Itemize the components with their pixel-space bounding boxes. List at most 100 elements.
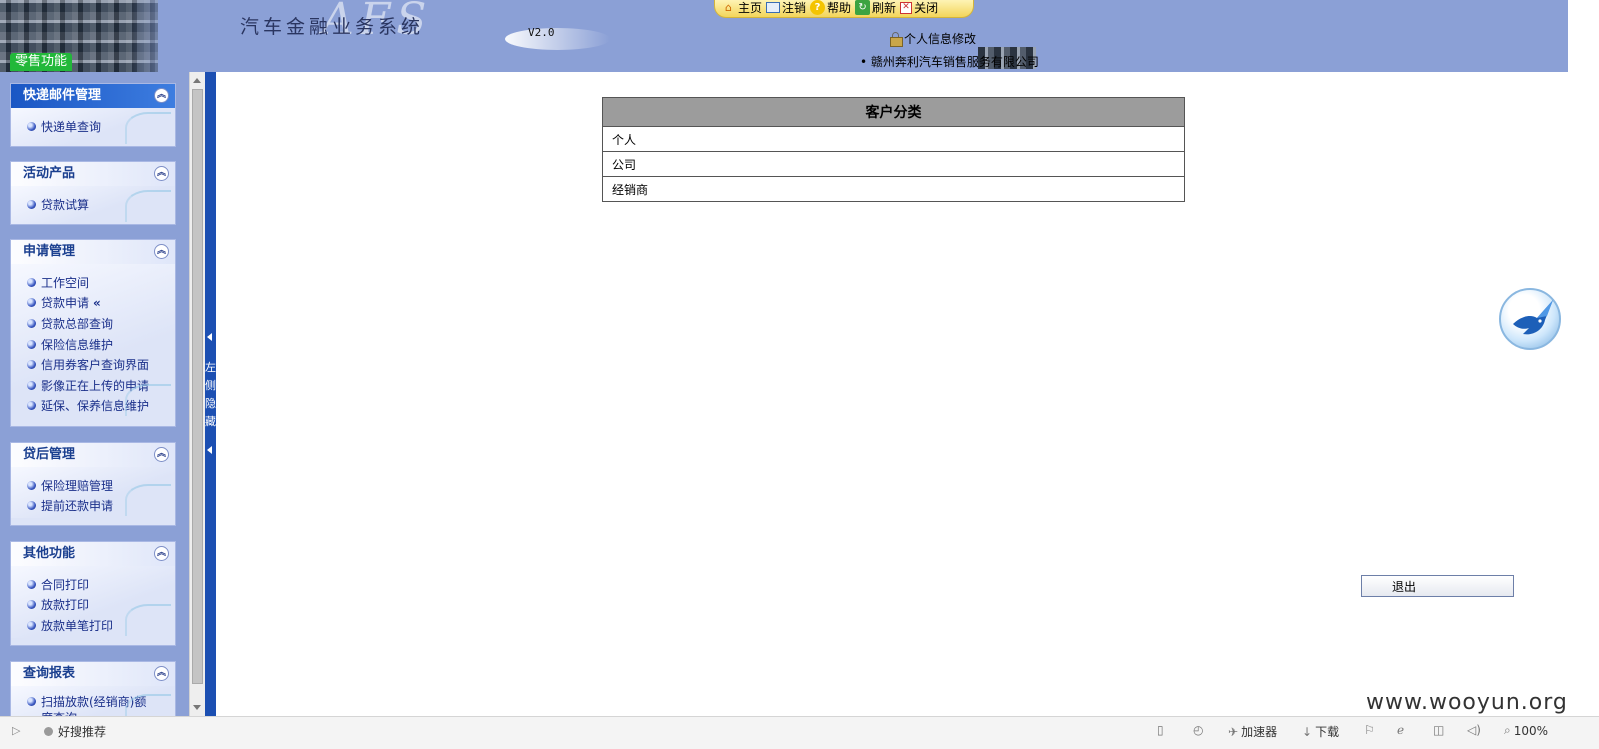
page-icon[interactable]: ▯ — [1157, 723, 1164, 737]
sound-icon[interactable]: ◁) — [1467, 723, 1481, 737]
panel-body: 贷款试算 — [11, 186, 175, 224]
bullet-icon — [27, 277, 36, 287]
main-content: 客户分类 个人 公司 经销商 退出 — [216, 72, 1568, 716]
menu-item-label: 扫描放款(经销商)额度查询 — [41, 695, 147, 716]
panel-header[interactable]: 其他功能 ︽ — [11, 542, 175, 566]
category-company[interactable]: 公司 — [602, 151, 1185, 177]
top-toolbar: ⌂ 主页 注销 ? 帮助 ↻ 刷新 ✕ 关闭 — [714, 0, 974, 18]
bullet-icon — [27, 339, 36, 349]
panel-promo-products: 活动产品 ︽ 贷款试算 — [10, 161, 176, 225]
download-button[interactable]: ↓ 下载 — [1302, 723, 1339, 740]
menu-item-label: 放款打印 — [41, 598, 90, 613]
table-row[interactable]: 个人 — [602, 126, 1185, 152]
menu-item-label: 贷款试算 — [41, 197, 90, 212]
menu-item-warranty-maintain[interactable]: 延保、保养信息维护 — [27, 396, 175, 417]
scrollbar-thumb[interactable] — [192, 89, 203, 684]
category-dealer[interactable]: 经销商 — [602, 176, 1185, 202]
app-window: 零售功能 AFS 汽车金融业务系统 V2.0 ⌂ 主页 注销 ? 帮助 ↻ 刷新 — [0, 0, 1599, 749]
toolbar-logout-button[interactable]: 注销 — [766, 0, 806, 16]
menu-item-uploading-applications[interactable]: 影像正在上传的申请 — [27, 375, 175, 396]
menu-item-label: 保险理赔管理 — [41, 478, 114, 493]
customer-category-table: 客户分类 个人 公司 经销商 — [602, 97, 1185, 202]
menu-item-label: 贷款总部查询 — [41, 316, 114, 331]
toolbar-help-label: 帮助 — [827, 1, 852, 15]
menu-item-label: 保险信息维护 — [41, 337, 114, 352]
speed-icon[interactable]: ◴ — [1193, 723, 1203, 737]
system-title: 汽车金融业务系统 — [240, 16, 425, 38]
zoom-label: 100% — [1513, 723, 1549, 738]
collapse-icon[interactable]: ︽ — [154, 666, 169, 681]
menu-item-loan-calc[interactable]: 贷款试算 — [27, 194, 175, 215]
scroll-down-icon[interactable] — [193, 705, 201, 710]
menu-item-single-disbursement-print[interactable]: 放款单笔打印 — [27, 615, 175, 636]
menu-item-label: 提前还款申请 — [41, 499, 114, 514]
collapse-left-icon — [207, 333, 212, 341]
bullet-icon — [27, 380, 36, 390]
collapse-icon[interactable]: ︽ — [154, 88, 169, 103]
menu-item-loan-hq-query[interactable]: 贷款总部查询 — [27, 313, 175, 334]
menu-item-scan-disbursement-quota[interactable]: 扫描放款(经销商)额度查询 — [27, 694, 157, 716]
menu-item-insurance-claim[interactable]: 保险理赔管理 — [27, 475, 175, 496]
menu-item-contract-print[interactable]: 合同打印 — [27, 574, 175, 595]
category-individual[interactable]: 个人 — [602, 126, 1185, 152]
flag-icon[interactable]: ⚐ — [1364, 723, 1375, 737]
retail-function-badge[interactable]: 零售功能 — [10, 53, 73, 71]
toolbar-help-button[interactable]: ? 帮助 — [810, 0, 851, 16]
lock-icon — [890, 32, 903, 47]
accelerator-label: 加速器 — [1241, 725, 1278, 739]
table-row[interactable]: 公司 — [602, 151, 1185, 177]
sidebar-scrollbar[interactable] — [189, 72, 205, 716]
panel-header[interactable]: 快递邮件管理 ︽ — [11, 84, 175, 108]
panel-header[interactable]: 申请管理 ︽ — [11, 240, 175, 264]
panel-title: 查询报表 — [23, 666, 76, 681]
panel-header[interactable]: 贷后管理 ︽ — [11, 443, 175, 467]
download-icon: ↓ — [1302, 724, 1313, 739]
bullet-icon — [27, 697, 36, 706]
menu-item-early-repayment[interactable]: 提前还款申请 — [27, 496, 175, 517]
panel-header[interactable]: 活动产品 ︽ — [11, 162, 175, 186]
toolbar-home-label: 主页 — [738, 1, 763, 15]
sidebar-hide-label: 左侧隐藏 — [205, 361, 216, 428]
toolbar-close-button[interactable]: ✕ 关闭 — [900, 0, 938, 16]
table-row[interactable]: 经销商 — [602, 176, 1185, 202]
menu-item-disbursement-print[interactable]: 放款打印 — [27, 595, 175, 616]
collapse-icon[interactable]: ︽ — [154, 166, 169, 181]
panel-body: 合同打印 放款打印 放款单笔打印 — [11, 566, 175, 638]
close-icon: ✕ — [900, 1, 913, 14]
toolbar-refresh-button[interactable]: ↻ 刷新 — [855, 0, 896, 16]
menu-item-credit-customer-query[interactable]: 信用券客户查询界面 — [27, 354, 175, 375]
panel-header[interactable]: 查询报表 ︽ — [11, 662, 175, 686]
panel-title: 活动产品 — [23, 166, 76, 181]
accelerator-button[interactable]: ✈ 加速器 — [1228, 723, 1277, 740]
expand-icon[interactable]: ▷ — [12, 724, 20, 737]
collapse-icon[interactable]: ︽ — [154, 546, 169, 561]
panel-express-mail: 快递邮件管理 ︽ 快递单查询 — [10, 83, 176, 147]
bullet-icon — [27, 600, 36, 610]
scroll-up-icon[interactable] — [193, 78, 201, 83]
bullet-icon — [27, 401, 36, 411]
menu-item-express-query[interactable]: 快递单查询 — [27, 116, 175, 137]
exit-button[interactable]: 退出 — [1361, 575, 1514, 597]
menu-item-label: 影像正在上传的申请 — [41, 378, 150, 393]
sidebar-hide-toggle[interactable]: 左侧隐藏 — [205, 72, 216, 716]
collapse-icon[interactable]: ︽ — [154, 447, 169, 462]
menu-item-insurance-maintain[interactable]: 保险信息维护 — [27, 334, 175, 355]
profile-edit-label: 个人信息修改 — [904, 32, 977, 46]
menu-item-loan-application[interactable]: 贷款申请 « — [27, 293, 175, 314]
download-label: 下载 — [1315, 725, 1340, 739]
zoom-control[interactable]: ⌕ 100% — [1504, 723, 1548, 738]
recommend-label[interactable]: 好搜推荐 — [58, 723, 106, 740]
window-icon[interactable]: ◫ — [1433, 723, 1444, 737]
table-header: 客户分类 — [602, 97, 1185, 127]
bird-assistant-icon[interactable] — [1499, 288, 1561, 350]
collapse-icon[interactable]: ︽ — [154, 244, 169, 259]
menu-item-label: 快递单查询 — [41, 119, 102, 134]
browser-status-bar: ▷ 好搜推荐 ▯ ◴ ✈ 加速器 ↓ 下载 ⚐ ℯ ◫ ◁) ⌕ 100% — [0, 716, 1599, 749]
menu-item-workspace[interactable]: 工作空间 — [27, 272, 175, 293]
panel-post-loan-mgmt: 贷后管理 ︽ 保险理赔管理 提前还款申请 — [10, 442, 176, 526]
menu-item-label: 贷款申请 — [41, 296, 90, 311]
zoom-icon: ⌕ — [1504, 723, 1511, 737]
ie-icon[interactable]: ℯ — [1397, 723, 1404, 737]
toolbar-home-button[interactable]: ⌂ 主页 — [721, 0, 762, 16]
profile-edit-link[interactable]: 个人信息修改 — [890, 30, 976, 47]
